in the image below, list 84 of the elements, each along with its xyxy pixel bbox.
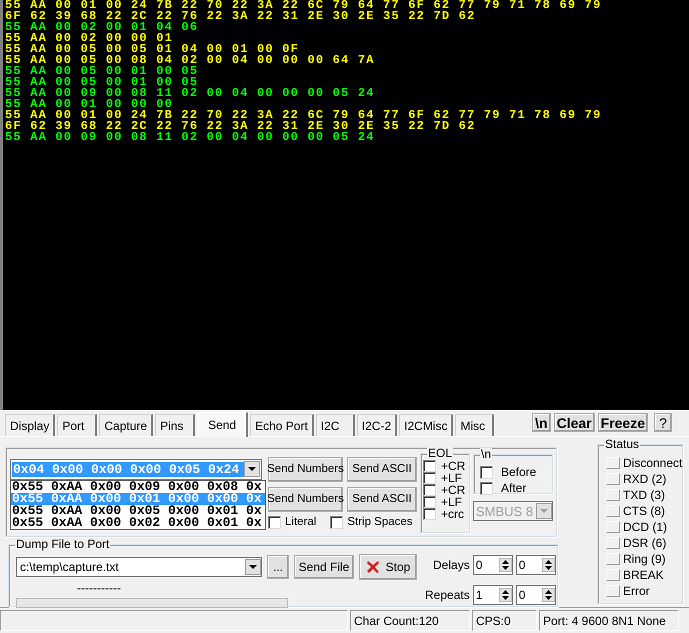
delay-field[interactable]: 0 xyxy=(472,555,513,575)
send-numbers-button[interactable]: Send Numbers xyxy=(268,486,343,512)
terminal-line: 55 AA 00 02 00 00 01 xyxy=(5,33,174,44)
spinner-arrows-icon xyxy=(498,558,512,572)
tab[interactable]: Misc xyxy=(455,414,494,436)
status-label: RXD (2) xyxy=(623,472,666,486)
history-item[interactable]: 0x55 0xAA 0x00 0x02 0x00 0x01 0x xyxy=(11,516,265,528)
history-item[interactable]: 0x55 0xAA 0x00 0x09 0x00 0x08 0x xyxy=(11,480,265,492)
checkbox[interactable] xyxy=(423,460,436,472)
newline-button[interactable]: \n xyxy=(532,413,551,432)
send-ascii-button[interactable]: Send ASCII xyxy=(347,456,417,482)
freeze-button[interactable]: Freeze xyxy=(598,413,648,432)
checkbox-label: +LF xyxy=(441,472,462,484)
status-label: DCD (1) xyxy=(623,520,667,534)
repeat-field[interactable]: 1 xyxy=(472,585,513,605)
checkbox-label: Literal xyxy=(285,516,316,528)
repeats-label: Repeats xyxy=(425,588,470,602)
terminal-line: 55 AA 00 01 00 24 7B 22 70 22 3A 22 6C 79 64 77 6F 62 77 79 71 78 69 79 xyxy=(5,110,602,121)
status-label: CTS (8) xyxy=(623,504,665,518)
group-title: Status xyxy=(604,438,640,451)
checkbox-label: Before xyxy=(501,465,536,479)
status-text: CPS:0 xyxy=(472,610,537,631)
spinner-arrows-icon xyxy=(542,558,555,572)
terminal-line: 55 AA 00 05 00 08 04 02 00 04 00 00 00 64 7A xyxy=(5,55,375,66)
tab[interactable]: Capture xyxy=(99,414,154,436)
terminal-line: 55 AA 00 02 00 01 04 06 xyxy=(5,22,198,33)
tab[interactable]: I2CMisc xyxy=(399,414,454,436)
terminal-line: 55 AA 00 09 00 08 11 02 00 04 00 00 00 05 24 xyxy=(5,132,375,143)
tab[interactable]: I2C xyxy=(316,414,355,436)
status-label: Ring (9) xyxy=(623,552,666,566)
file-combo[interactable]: c:\temp\capture.txt xyxy=(16,557,262,577)
status-label: Error xyxy=(623,584,650,598)
stop-button[interactable]: Stop xyxy=(359,554,417,580)
status-text: Port: 4 9600 8N1 None xyxy=(539,610,679,631)
terminal-line: 55 AA 00 09 00 08 11 02 00 04 00 00 00 05 24 xyxy=(5,88,375,99)
checkbox-label: +CR xyxy=(441,484,466,496)
group-title: EOL xyxy=(427,447,454,460)
checkbox[interactable] xyxy=(480,482,493,494)
terminal-line: 6F 62 39 68 22 2C 22 76 22 3A 22 31 2E 30 2E 35 22 7D 62 xyxy=(5,11,476,22)
checkbox-label: +crc xyxy=(441,508,464,520)
spinner-arrows-icon xyxy=(542,588,555,602)
send-file-button[interactable]: Send File xyxy=(294,555,354,579)
checkbox[interactable] xyxy=(330,516,344,528)
send-ascii-button[interactable]: Send ASCII xyxy=(347,486,417,512)
terminal-line: 55 AA 00 05 00 05 01 04 00 01 00 0F xyxy=(5,44,300,55)
tab[interactable]: Pins xyxy=(155,414,196,436)
progress-caption: ----------- xyxy=(77,583,121,593)
terminal-line: 6F 62 39 68 22 2C 22 76 22 3A 22 31 2E 30 2E 35 22 7D 62 xyxy=(5,121,476,132)
tab[interactable]: I2C-2 xyxy=(356,414,398,436)
checkbox[interactable] xyxy=(423,484,436,496)
terminal-line: 55 AA 00 01 00 00 00 xyxy=(5,99,174,110)
status-label: Disconnect xyxy=(623,456,682,470)
tab[interactable]: Display xyxy=(5,414,56,436)
tab[interactable]: Echo Port xyxy=(250,414,314,436)
clear-button[interactable]: Clear xyxy=(554,413,595,432)
cross-icon xyxy=(366,560,380,574)
checkbox[interactable] xyxy=(423,508,436,520)
repeat-field[interactable]: 0 xyxy=(516,585,556,605)
spinner-arrows-icon xyxy=(498,588,512,602)
tab[interactable]: Send xyxy=(197,412,248,437)
delay-field[interactable]: 0 xyxy=(516,555,556,575)
checkbox[interactable] xyxy=(423,496,436,508)
checkbox[interactable] xyxy=(423,472,436,484)
status-label: DSR (6) xyxy=(623,536,666,550)
checkbox-label: +LF xyxy=(441,496,462,508)
browse-button[interactable]: ... xyxy=(267,555,289,579)
checkbox-label: +CR xyxy=(441,460,466,472)
terminal-line: 55 AA 00 05 00 01 00 05 xyxy=(5,66,198,77)
terminal-line: 55 AA 00 05 00 01 00 05 xyxy=(5,77,198,88)
group-title: \n xyxy=(480,448,492,461)
status-text: Char Count:120 xyxy=(350,610,470,631)
group-title: Dump File to Port xyxy=(15,538,110,551)
tab[interactable]: Port xyxy=(57,414,98,436)
help-button[interactable]: ? xyxy=(654,413,672,432)
history-item[interactable]: 0x55 0xAA 0x00 0x05 0x00 0x01 0x xyxy=(11,504,265,516)
checkbox[interactable] xyxy=(480,466,493,478)
checkbox[interactable] xyxy=(268,516,281,528)
status-label: BREAK xyxy=(623,568,664,582)
send-numbers-button[interactable]: Send Numbers xyxy=(268,456,343,482)
checkbox-label: After xyxy=(501,481,526,495)
status-label: TXD (3) xyxy=(623,488,665,502)
terminal-line: 55 AA 00 01 00 24 7B 22 70 22 3A 22 6C 79 64 77 6F 62 77 79 71 78 69 79 xyxy=(5,0,602,11)
checkbox-label: Strip Spaces xyxy=(347,516,413,528)
delays-label: Delays xyxy=(433,558,470,572)
